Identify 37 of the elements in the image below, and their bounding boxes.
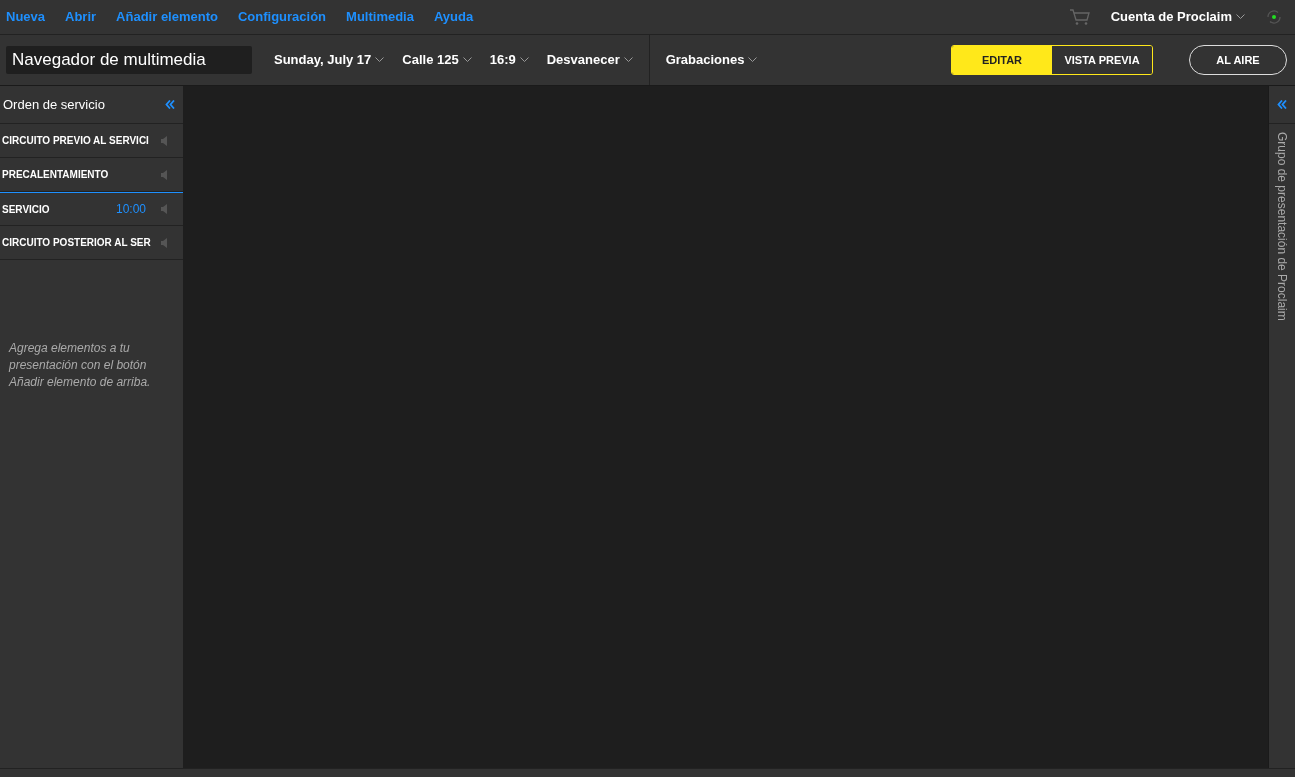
toolbar-dropdown[interactable]: 16:9 <box>489 50 529 70</box>
item-label: PRECALENTAMIENTO <box>2 168 109 182</box>
mode-tab[interactable]: EDITAR <box>952 46 1052 74</box>
menu-item[interactable]: Ayuda <box>433 7 474 27</box>
speaker-icon[interactable] <box>161 237 167 248</box>
toolbar-dropdown[interactable]: Sunday, July 17 <box>274 50 385 70</box>
expand-icon[interactable] <box>1277 100 1287 109</box>
chevron-down-icon <box>375 57 385 63</box>
speaker-icon[interactable] <box>161 204 167 214</box>
sidebar-title: Orden de servicio <box>3 95 105 114</box>
chevron-down-icon <box>623 57 633 63</box>
menu-item[interactable]: Multimedia <box>346 7 414 27</box>
chevron-down-icon <box>462 57 472 63</box>
speaker-icon[interactable] <box>161 169 167 180</box>
recordings-dropdown[interactable]: Grabaciones <box>665 50 758 70</box>
toolbar-dropdown[interactable]: Desvanecer <box>546 50 633 70</box>
item-label: SERVICIO <box>2 202 50 217</box>
chevron-down-icon <box>748 57 758 63</box>
menu-item[interactable]: Nueva <box>6 7 46 27</box>
item-label: CIRCUITO POSTERIOR AL SER <box>2 236 151 250</box>
menu-item[interactable]: Abrir <box>65 7 97 27</box>
menu-item[interactable]: Configuración <box>237 7 327 27</box>
panel-title[interactable]: Grupo de presentación de Proclaim <box>1273 132 1291 321</box>
collapse-icon[interactable] <box>165 100 175 109</box>
item-label: CIRCUITO PREVIO AL SERVICI <box>2 134 149 148</box>
service-item[interactable]: SERVICIO 10:00 <box>0 192 183 226</box>
speaker-icon[interactable] <box>161 135 167 146</box>
toolbar-dropdown[interactable]: Calle 125 <box>402 50 472 70</box>
item-time: 10:00 <box>115 201 146 218</box>
account-menu[interactable]: Cuenta de Proclaim <box>1110 7 1245 27</box>
sync-status-icon <box>1265 8 1283 26</box>
presentation-title-field[interactable]: Navegador de multimedia <box>6 46 252 74</box>
chevron-down-icon <box>519 57 529 63</box>
chevron-down-icon <box>1236 14 1245 20</box>
empty-hint: Agrega elementos a tu presentación con el botón Añadir elemento de arriba. <box>7 340 152 391</box>
cart-icon[interactable] <box>1068 8 1091 26</box>
menu-item[interactable]: Añadir elemento <box>116 7 218 27</box>
